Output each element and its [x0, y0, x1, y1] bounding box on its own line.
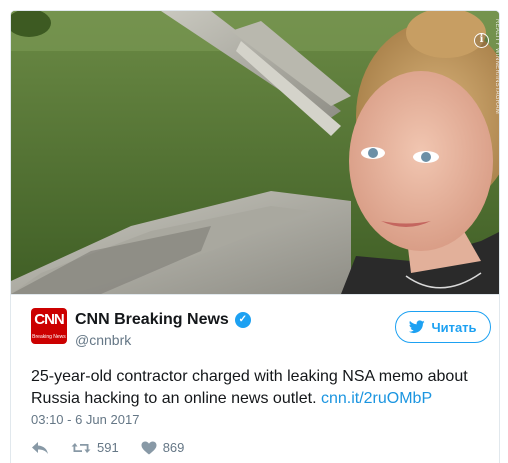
tweet-photo[interactable]: REALITY WINNER/INSTAGRAM i [11, 11, 500, 294]
selfie-photo-image [11, 11, 499, 294]
retweet-icon [71, 442, 91, 453]
retweet-button[interactable]: 591 [71, 440, 119, 455]
heart-icon [141, 441, 157, 454]
tweet-card: REALITY WINNER/INSTAGRAM i CNN Breaking … [10, 10, 500, 463]
author-handle[interactable]: @cnnbrk [75, 332, 131, 348]
follow-button[interactable]: Читать [395, 311, 491, 343]
name-row: CNN Breaking News ✓ [75, 311, 251, 329]
like-button[interactable]: 869 [141, 440, 185, 455]
tweet-timestamp[interactable]: 03:10 - 6 Jun 2017 [31, 412, 139, 427]
tweet-link[interactable]: cnn.it/2ruOMbP [321, 390, 432, 407]
info-icon[interactable]: i [474, 33, 489, 48]
reply-icon [32, 441, 48, 454]
reply-button[interactable] [31, 441, 49, 455]
tweet-text: 25-year-old contractor charged with leak… [31, 366, 481, 410]
avatar-sub-text: Breaking News [32, 334, 66, 340]
author-display-name[interactable]: CNN Breaking News [75, 311, 229, 329]
tweet-actions: 591 869 [31, 440, 206, 455]
like-count: 869 [162, 440, 185, 455]
photo-credit: REALITY WINNER/INSTAGRAM [494, 19, 500, 114]
avatar-logo-text: CNN [34, 311, 65, 328]
avatar[interactable]: CNN Breaking News [31, 308, 67, 344]
tweet-header: CNN Breaking News CNN Breaking News ✓ @c… [11, 294, 499, 354]
follow-button-label: Читать [431, 319, 477, 335]
twitter-bird-icon [409, 320, 426, 334]
retweet-count: 591 [97, 440, 119, 455]
verified-badge-icon: ✓ [234, 312, 251, 328]
